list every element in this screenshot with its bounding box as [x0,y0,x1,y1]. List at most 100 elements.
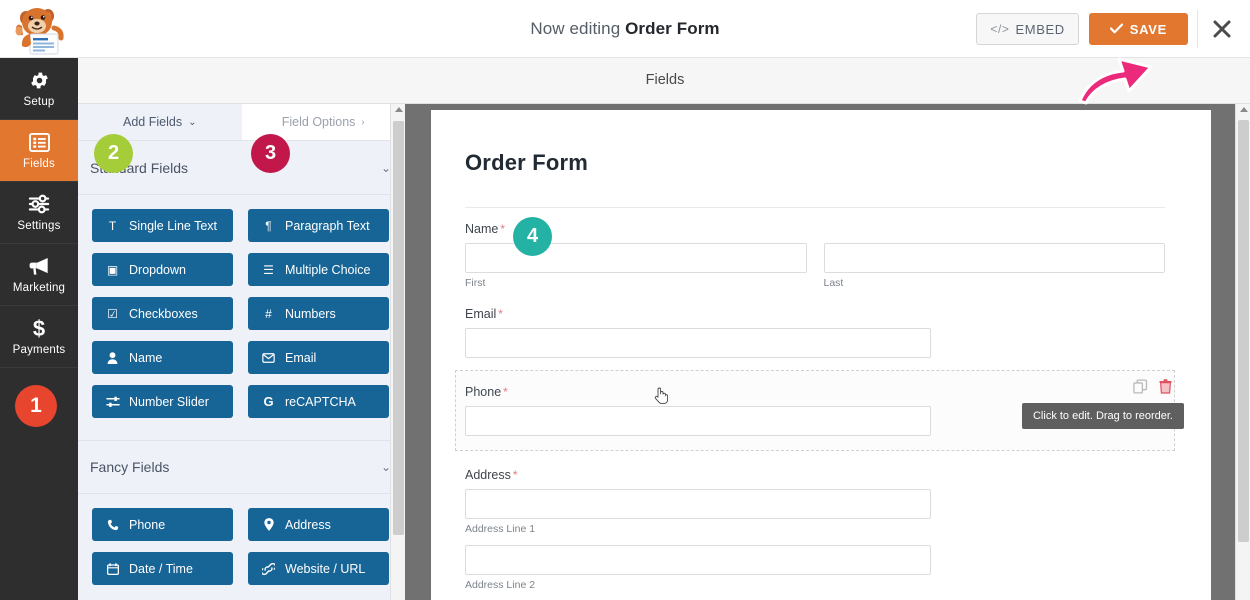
sidebar-item-settings-label: Settings [17,219,61,232]
field-button-address[interactable]: Address [248,508,389,541]
sidebar-item-marketing-label: Marketing [12,281,66,294]
sub-header: Fields [78,58,1250,104]
mouse-cursor-pointer-icon [654,386,669,404]
phone-icon [105,519,120,531]
sidebar-item-fields[interactable]: Fields [0,120,78,182]
tab-field-options-label: Field Options [281,115,356,129]
field-button-email[interactable]: Email [248,341,389,374]
field-button-number-slider[interactable]: Number Slider [92,385,233,418]
field-button-phone[interactable]: Phone [92,508,233,541]
field-button-date-time[interactable]: Date / Time [92,552,233,585]
top-bar: Now editing Order Form </> EMBED SAVE [0,0,1250,58]
sub-header-title: Fields [645,72,685,88]
field-button-label: Paragraph Text [285,218,370,233]
standard-fields-grid: T Single Line Text ¶ Paragraph Text ▣ Dr… [78,195,405,422]
radio-list-icon: ☰ [263,262,274,277]
preview-field-address[interactable]: Address * Address Line 1 Address Line 2 [465,450,1165,591]
embed-button-label: EMBED [1015,21,1065,37]
svg-text:$: $ [33,317,45,339]
step-badge-3: 3 [251,134,290,173]
scroll-up-arrow-icon[interactable] [1240,107,1248,112]
trash-icon[interactable] [1159,379,1172,399]
field-button-label: Numbers [285,306,336,321]
field-button-numbers[interactable]: # Numbers [248,297,389,330]
field-button-label: Checkboxes [129,306,198,321]
left-nav: Setup Fields Settings Marketing $ Paymen… [0,58,78,600]
field-label: Name * [465,222,506,236]
scroll-up-arrow-icon[interactable] [395,107,403,112]
email-input[interactable] [465,328,931,358]
megaphone-icon [28,256,51,277]
duplicate-icon[interactable] [1133,379,1148,399]
topbar-actions: </> EMBED SAVE [976,13,1188,45]
address-line-2-sublabel: Address Line 2 [465,579,536,591]
field-button-single-line-text[interactable]: T Single Line Text [92,209,233,242]
panel-scrollbar[interactable] [390,104,405,600]
address-line-1-input[interactable] [465,489,931,519]
phone-input[interactable] [465,406,931,436]
checkbox-icon: ☑ [107,306,118,321]
link-icon [261,562,276,575]
embed-button[interactable]: </> EMBED [976,13,1079,45]
toolbar-divider [1197,10,1198,48]
sidebar-item-setup[interactable]: Setup [0,58,78,120]
section-fancy-fields[interactable]: Fancy Fields ⌄ [78,440,405,494]
tab-add-fields-label: Add Fields [123,115,183,129]
name-last-sublabel: Last [823,277,844,289]
close-icon[interactable] [1210,17,1234,41]
sidebar-item-fields-label: Fields [23,157,55,170]
list-icon [28,132,50,153]
save-button-label: SAVE [1129,21,1167,37]
chevron-down-icon: ⌄ [188,116,197,128]
preview-field-name[interactable]: Name * First Last [465,208,1165,289]
field-button-label: Website / URL [285,561,366,576]
step-badge-1: 1 [15,385,57,427]
preview-field-email[interactable]: Email * [465,289,1165,358]
sidebar-item-settings[interactable]: Settings [0,182,78,244]
name-first-sublabel: First [465,277,486,289]
tab-add-fields[interactable]: Add Fields ⌄ [78,104,242,140]
check-icon [1109,22,1123,37]
field-button-paragraph-text[interactable]: ¶ Paragraph Text [248,209,389,242]
field-button-label: Name [129,350,163,365]
envelope-icon [261,352,276,363]
fancy-fields-grid: Phone Address Date / Time Website / URL [78,494,405,589]
gear-icon [29,70,50,91]
field-button-label: Multiple Choice [285,262,371,277]
field-button-label: Email [285,350,317,365]
address-line-2-input[interactable] [465,545,931,575]
google-g-icon: G [263,394,274,409]
sidebar-item-setup-label: Setup [23,95,55,108]
save-button[interactable]: SAVE [1088,13,1188,45]
form-name: Order Form [625,19,720,38]
field-button-name[interactable]: Name [92,341,233,374]
pink-arrow-annotation-icon [1077,47,1159,105]
preview-scrollbar-thumb[interactable] [1238,120,1249,542]
field-button-checkboxes[interactable]: ☑ Checkboxes [92,297,233,330]
preview-form-title: Order Form [465,150,589,175]
preview-scrollbar[interactable] [1235,104,1250,600]
required-marker: * [498,307,503,321]
preview-field-phone[interactable]: Phone * Click to edit. Drag to reorder. [455,370,1184,451]
field-button-label: Number Slider [129,394,209,409]
field-button-website-url[interactable]: Website / URL [248,552,389,585]
field-button-label: Phone [129,517,166,532]
sidebar-item-payments[interactable]: $ Payments [0,306,78,368]
sidebar-item-marketing[interactable]: Marketing [0,244,78,306]
panel-scrollbar-thumb[interactable] [393,121,404,535]
field-button-label: Date / Time [129,561,193,576]
form-builder-app: Now editing Order Form </> EMBED SAVE Se… [0,0,1250,600]
field-tools [1133,379,1172,399]
field-button-label: Dropdown [129,262,186,277]
field-button-multiple-choice[interactable]: ☰ Multiple Choice [248,253,389,286]
name-last-input[interactable] [823,243,1165,273]
field-label: Phone * [465,385,508,399]
field-label: Address * [465,468,518,482]
fields-panel: Add Fields ⌄ Field Options › Standard Fi… [78,104,405,600]
editing-prefix: Now editing [530,19,621,38]
field-button-recaptcha[interactable]: G reCAPTCHA [248,385,389,418]
field-button-label: reCAPTCHA [285,394,356,409]
dropdown-icon: ▣ [106,262,119,277]
chevron-right-icon: › [361,116,365,128]
field-button-dropdown[interactable]: ▣ Dropdown [92,253,233,286]
